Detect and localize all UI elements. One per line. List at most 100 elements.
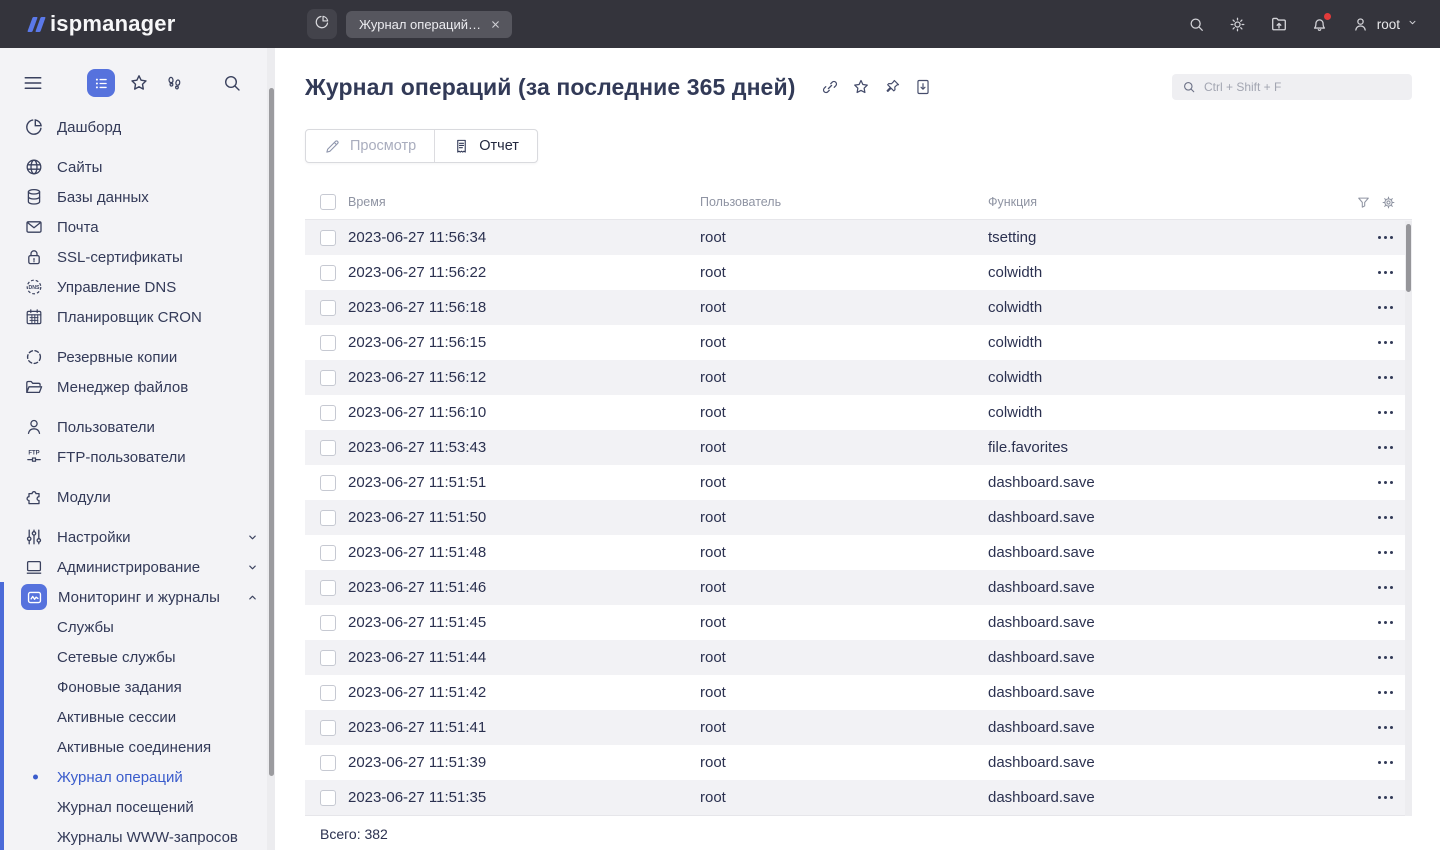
table-row[interactable]: 2023-06-27 11:51:39rootdashboard.save [305, 745, 1412, 780]
table-row[interactable]: 2023-06-27 11:51:46rootdashboard.save [305, 570, 1412, 605]
link-icon[interactable] [821, 78, 839, 96]
file-download-icon[interactable] [914, 78, 932, 96]
row-checkbox[interactable] [320, 300, 336, 316]
install-icon[interactable] [1270, 15, 1288, 33]
star-icon[interactable] [128, 72, 150, 94]
row-actions-icon[interactable] [1346, 446, 1412, 449]
row-actions-icon[interactable] [1346, 761, 1412, 764]
sidebar-item-monitoring[interactable]: Мониторинг и журналы [0, 582, 275, 612]
sidebar-item-ssl[interactable]: SSL-сертификаты [0, 242, 275, 272]
row-actions-icon[interactable] [1346, 236, 1412, 239]
theme-icon[interactable] [1229, 15, 1247, 33]
table-row[interactable]: 2023-06-27 11:56:34roottsetting [305, 220, 1412, 255]
page-search[interactable] [1172, 74, 1412, 100]
table-row[interactable]: 2023-06-27 11:51:48rootdashboard.save [305, 535, 1412, 570]
sidebar-item-network-services[interactable]: Сетевые службы [0, 642, 275, 672]
sidebar-item-operations-log[interactable]: Журнал операций [0, 762, 275, 792]
row-actions-icon[interactable] [1346, 586, 1412, 589]
sidebar-item-modules[interactable]: Модули [0, 482, 275, 512]
sidebar-item-administration[interactable]: Администрирование [0, 552, 275, 582]
row-checkbox[interactable] [320, 685, 336, 701]
sidebar-item-cron[interactable]: Планировщик CRON [0, 302, 275, 332]
row-checkbox[interactable] [320, 580, 336, 596]
row-checkbox[interactable] [320, 615, 336, 631]
table-scrollbar-thumb[interactable] [1406, 224, 1411, 292]
sidebar-item-databases[interactable]: Базы данных [0, 182, 275, 212]
search-icon[interactable] [221, 72, 243, 94]
sidebar-item-backups[interactable]: Резервные копии [0, 342, 275, 372]
star-icon[interactable] [852, 78, 870, 96]
ispmanager-logo[interactable]: ispmanager [0, 11, 275, 37]
row-actions-icon[interactable] [1346, 271, 1412, 274]
table-row[interactable]: 2023-06-27 11:56:22rootcolwidth [305, 255, 1412, 290]
row-checkbox[interactable] [320, 510, 336, 526]
footprints-icon[interactable] [163, 72, 185, 94]
row-actions-icon[interactable] [1346, 481, 1412, 484]
sidebar-item-sites[interactable]: Сайты [0, 152, 275, 182]
row-actions-icon[interactable] [1346, 796, 1412, 799]
table-row[interactable]: 2023-06-27 11:53:43rootfile.favorites [305, 430, 1412, 465]
row-checkbox[interactable] [320, 335, 336, 351]
row-checkbox[interactable] [320, 405, 336, 421]
row-checkbox[interactable] [320, 230, 336, 246]
table-row[interactable]: 2023-06-27 11:51:35rootdashboard.save [305, 780, 1412, 815]
sidebar-item-services[interactable]: Службы [0, 612, 275, 642]
table-row[interactable]: 2023-06-27 11:51:44rootdashboard.save [305, 640, 1412, 675]
select-all-checkbox[interactable] [320, 194, 336, 210]
table-row[interactable]: 2023-06-27 11:51:42rootdashboard.save [305, 675, 1412, 710]
row-checkbox[interactable] [320, 790, 336, 806]
gear-icon[interactable] [1381, 195, 1396, 210]
sidebar-item-dns[interactable]: DNS Управление DNS [0, 272, 275, 302]
row-checkbox[interactable] [320, 440, 336, 456]
row-actions-icon[interactable] [1346, 376, 1412, 379]
close-icon[interactable] [490, 19, 501, 30]
search-icon[interactable] [1188, 15, 1206, 33]
tab-operations-log[interactable]: Журнал операций… [346, 11, 512, 38]
sidebar-item-visits-log[interactable]: Журнал посещений [0, 792, 275, 822]
table-scrollbar-track[interactable] [1405, 221, 1412, 816]
row-checkbox[interactable] [320, 650, 336, 666]
menu-list-icon[interactable] [87, 69, 115, 97]
table-row[interactable]: 2023-06-27 11:56:10rootcolwidth [305, 395, 1412, 430]
notifications-icon[interactable] [1311, 15, 1329, 33]
sidebar-item-dashboard[interactable]: Дашборд [0, 112, 275, 142]
sidebar-item-mail[interactable]: Почта [0, 212, 275, 242]
table-row[interactable]: 2023-06-27 11:51:51rootdashboard.save [305, 465, 1412, 500]
row-actions-icon[interactable] [1346, 621, 1412, 624]
filter-icon[interactable] [1356, 195, 1371, 210]
table-row[interactable]: 2023-06-27 11:51:41rootdashboard.save [305, 710, 1412, 745]
report-button[interactable]: Отчет [435, 130, 537, 162]
sidebar-item-file-manager[interactable]: Менеджер файлов [0, 372, 275, 402]
row-checkbox[interactable] [320, 755, 336, 771]
row-checkbox[interactable] [320, 720, 336, 736]
row-actions-icon[interactable] [1346, 411, 1412, 414]
table-row[interactable]: 2023-06-27 11:56:18rootcolwidth [305, 290, 1412, 325]
table-row[interactable]: 2023-06-27 11:51:50rootdashboard.save [305, 500, 1412, 535]
table-row[interactable]: 2023-06-27 11:56:15rootcolwidth [305, 325, 1412, 360]
row-actions-icon[interactable] [1346, 306, 1412, 309]
sidebar-item-active-connections[interactable]: Активные соединения [0, 732, 275, 762]
row-actions-icon[interactable] [1346, 551, 1412, 554]
row-checkbox[interactable] [320, 265, 336, 281]
sidebar-item-users[interactable]: Пользователи [0, 412, 275, 442]
dashboard-tab-button[interactable] [307, 9, 337, 39]
row-actions-icon[interactable] [1346, 516, 1412, 519]
sidebar-item-settings[interactable]: Настройки [0, 522, 275, 552]
table-row[interactable]: 2023-06-27 11:51:45rootdashboard.save [305, 605, 1412, 640]
row-checkbox[interactable] [320, 475, 336, 491]
row-actions-icon[interactable] [1346, 341, 1412, 344]
sidebar-item-active-sessions[interactable]: Активные сессии [0, 702, 275, 732]
sidebar-item-background-tasks[interactable]: Фоновые задания [0, 672, 275, 702]
table-row[interactable]: 2023-06-27 11:56:12rootcolwidth [305, 360, 1412, 395]
hamburger-icon[interactable] [22, 72, 44, 94]
pin-icon[interactable] [883, 78, 901, 96]
row-checkbox[interactable] [320, 370, 336, 386]
search-input[interactable] [1204, 80, 1402, 94]
view-button[interactable]: Просмотр [306, 130, 434, 162]
sidebar-item-www-logs[interactable]: Журналы WWW-запросов [0, 822, 275, 850]
row-actions-icon[interactable] [1346, 656, 1412, 659]
sidebar-item-ftp-users[interactable]: FTP FTP-пользователи [0, 442, 275, 472]
user-menu[interactable]: root [1352, 15, 1418, 33]
sidebar-scrollbar-track[interactable] [267, 48, 275, 850]
row-actions-icon[interactable] [1346, 691, 1412, 694]
